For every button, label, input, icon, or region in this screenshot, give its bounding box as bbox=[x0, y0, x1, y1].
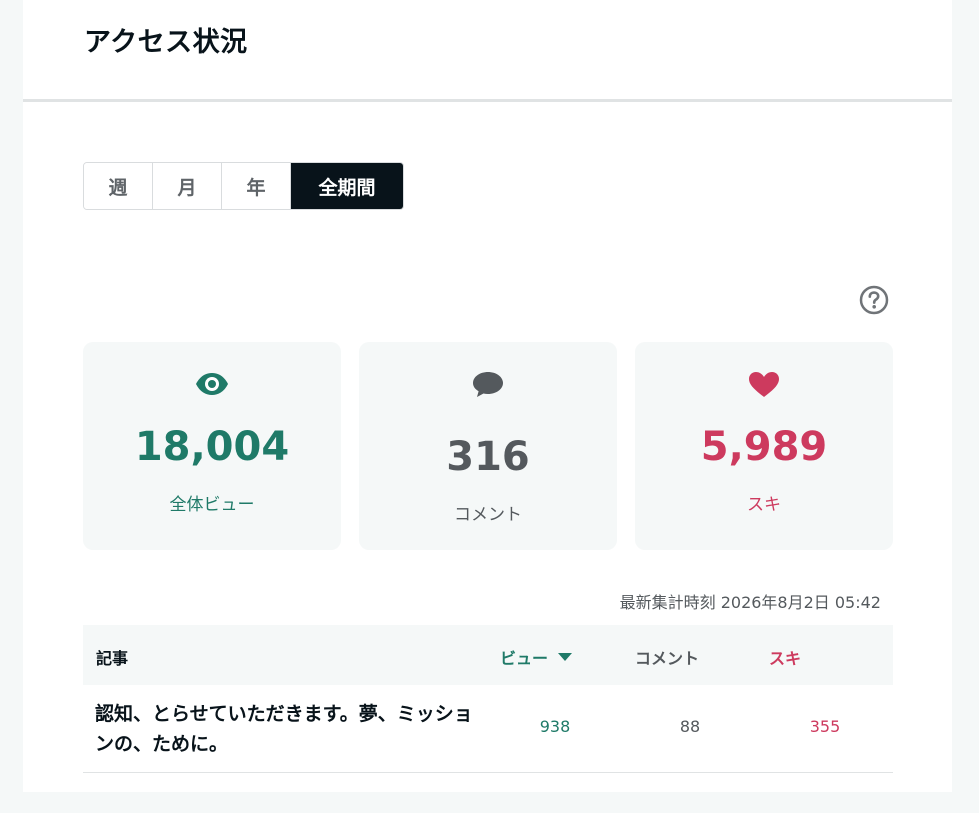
article-title-link[interactable]: 認知、とらせていただきます。夢、ミッションの、ために。 bbox=[95, 699, 475, 759]
comments-total-label: コメント bbox=[454, 505, 522, 525]
last-updated-timestamp: 最新集計時刻 2026年8月2日 05:42 bbox=[619, 593, 881, 612]
question-circle-icon[interactable] bbox=[858, 284, 890, 316]
header-likes-sort[interactable]: スキ bbox=[769, 645, 801, 669]
tab-year[interactable]: 年 bbox=[222, 163, 291, 209]
article-stats-table: 記事 ビュー コメント スキ 認知、とらせていただきます。夢、ミッションの、ため… bbox=[83, 625, 893, 813]
header-views-label: ビュー bbox=[500, 649, 549, 668]
period-tabs: 週 月 年 全期間 bbox=[83, 162, 404, 210]
table-row-partial bbox=[83, 773, 893, 813]
article-likes: 355 bbox=[809, 717, 841, 736]
tab-month[interactable]: 月 bbox=[153, 163, 222, 209]
likes-total-label: スキ bbox=[747, 495, 781, 515]
views-total-value: 18,004 bbox=[134, 424, 290, 470]
header-article: 記事 bbox=[96, 649, 129, 668]
access-panel: アクセス状況 週 月 年 全期間 18,004 全体ビュー 316 コメント 5… bbox=[23, 0, 952, 792]
tab-week[interactable]: 週 bbox=[84, 163, 153, 209]
table-header: 記事 ビュー コメント スキ bbox=[83, 625, 893, 685]
likes-card: 5,989 スキ bbox=[635, 342, 893, 550]
caret-down-icon bbox=[558, 653, 573, 661]
likes-total-value: 5,989 bbox=[700, 424, 828, 470]
views-card: 18,004 全体ビュー bbox=[83, 342, 341, 550]
comment-bubble-icon bbox=[473, 372, 503, 397]
header-views-sort[interactable]: ビュー bbox=[500, 645, 573, 669]
comments-total-value: 316 bbox=[446, 434, 530, 480]
tab-all-time[interactable]: 全期間 bbox=[291, 163, 403, 209]
article-views: 938 bbox=[539, 717, 571, 736]
page-header: アクセス状況 bbox=[23, 0, 952, 102]
article-comments: 88 bbox=[679, 717, 701, 736]
table-row: 認知、とらせていただきます。夢、ミッションの、ために。 938 88 355 bbox=[83, 685, 893, 773]
comments-card: 316 コメント bbox=[359, 342, 617, 550]
heart-icon bbox=[749, 372, 779, 397]
page-title: アクセス状況 bbox=[84, 27, 248, 58]
header-comments-sort[interactable]: コメント bbox=[635, 645, 699, 669]
views-total-label: 全体ビュー bbox=[169, 495, 255, 515]
eye-icon bbox=[196, 373, 228, 395]
